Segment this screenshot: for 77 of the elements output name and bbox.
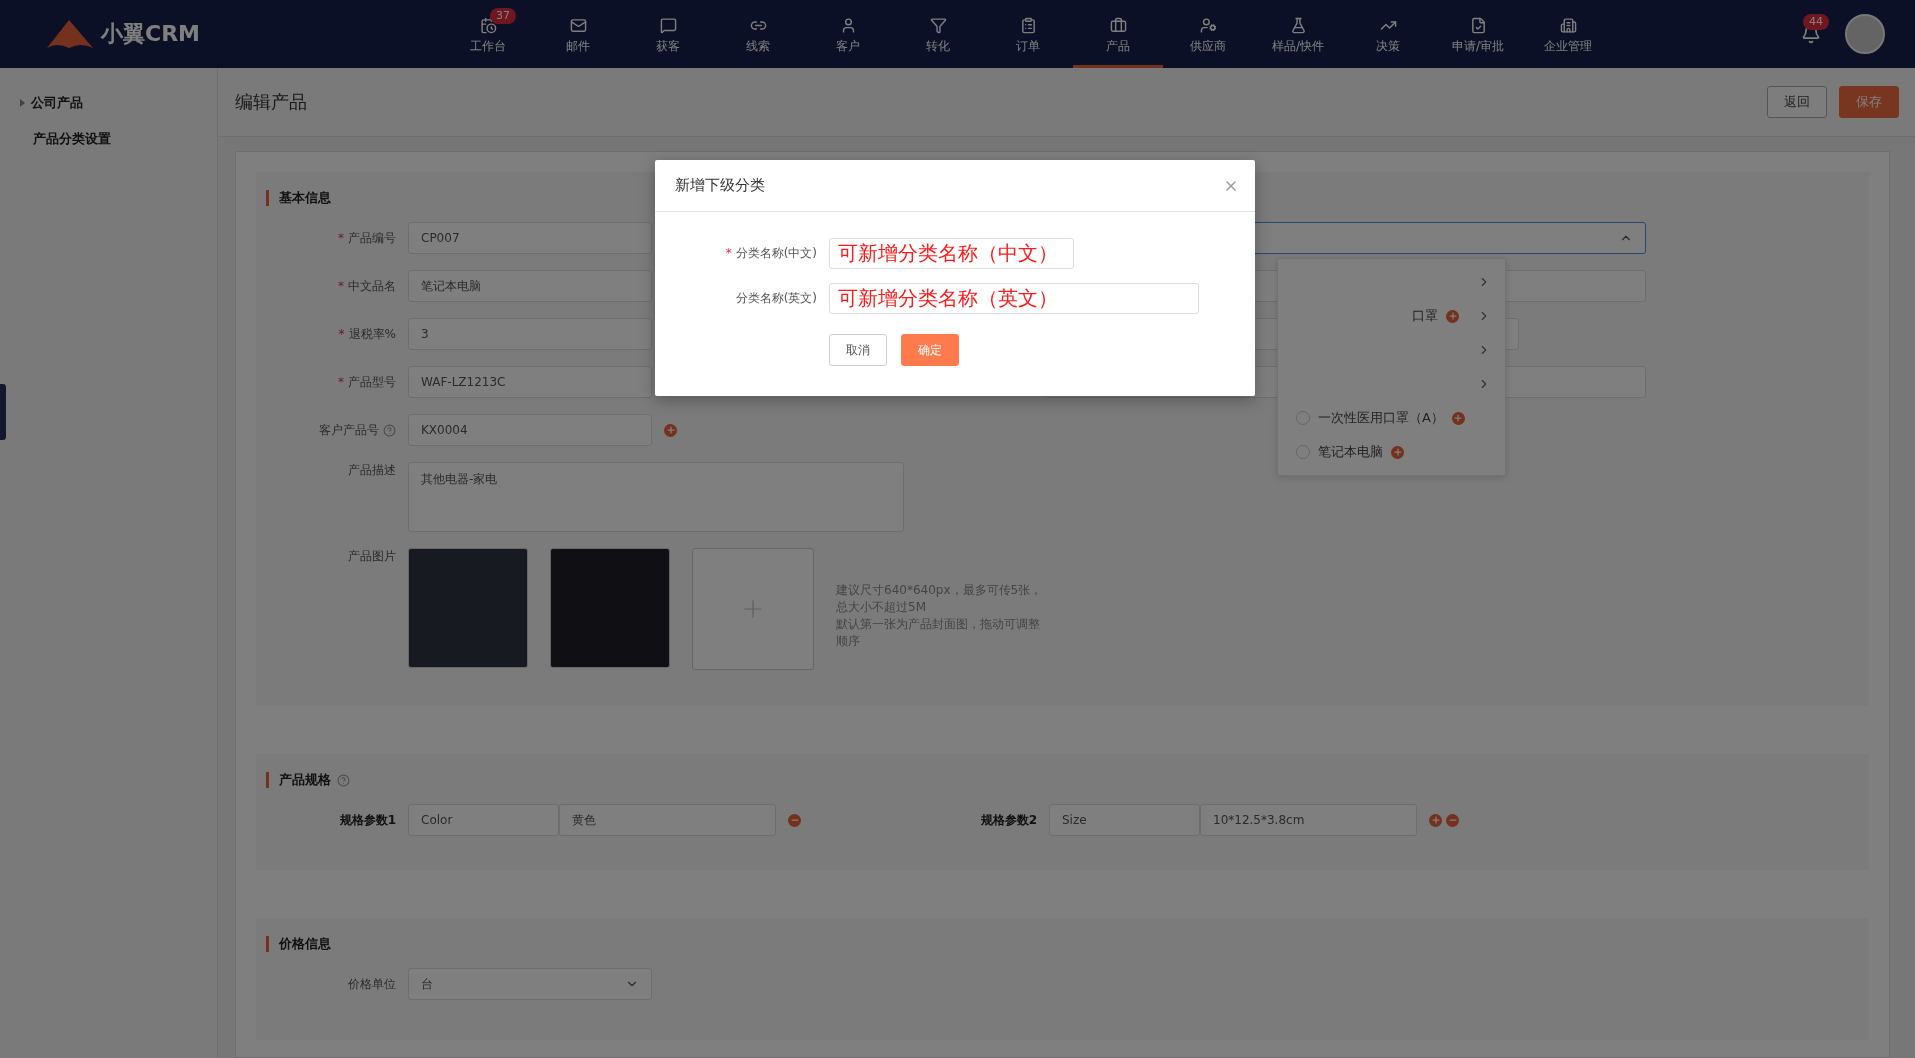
field-label: * 产品型号 bbox=[337, 373, 396, 391]
section-title: 价格信息 bbox=[266, 936, 1869, 952]
nav-tab[interactable]: 供应商 bbox=[1163, 0, 1253, 68]
count-badge: 44 bbox=[1803, 14, 1829, 30]
save-button[interactable]: 保存 bbox=[1839, 86, 1899, 118]
nav-tab[interactable]: 申请/审批 bbox=[1433, 0, 1523, 68]
nav-icon bbox=[569, 16, 587, 34]
nav-icon bbox=[659, 16, 677, 34]
input-field[interactable]: 黄色 bbox=[559, 804, 776, 836]
input-field[interactable]: 笔记本电脑 bbox=[408, 270, 652, 302]
add-icon[interactable] bbox=[1391, 445, 1404, 459]
nav-tab[interactable]: 获客 bbox=[623, 0, 713, 68]
nav-icon bbox=[929, 16, 947, 34]
help-icon[interactable] bbox=[383, 423, 396, 437]
upload-tile[interactable] bbox=[692, 548, 814, 670]
field-label: 规格参数1 bbox=[338, 811, 396, 829]
nav-icon bbox=[479, 16, 497, 34]
input-field[interactable]: Color bbox=[408, 804, 559, 836]
caret-icon bbox=[20, 99, 25, 107]
add-icon[interactable] bbox=[1429, 813, 1442, 827]
field-label: 产品描述 bbox=[347, 462, 396, 479]
nav-tab[interactable]: 线索 bbox=[713, 0, 803, 68]
back-button[interactable]: 返回 bbox=[1767, 86, 1827, 118]
count-badge: 37 bbox=[490, 8, 516, 24]
nav-tab[interactable]: 客户 bbox=[803, 0, 893, 68]
help-icon[interactable] bbox=[337, 773, 350, 787]
add-icon[interactable] bbox=[664, 423, 677, 437]
nav-tab[interactable]: 转化 bbox=[893, 0, 983, 68]
input-field[interactable]: KX0004 bbox=[408, 414, 652, 446]
brand-name: 小翼CRM bbox=[101, 20, 200, 48]
add-icon[interactable] bbox=[1446, 309, 1459, 323]
input-field[interactable]: 可新增分类名称（中文） bbox=[829, 238, 1074, 269]
input-field[interactable]: CP007 bbox=[408, 222, 652, 254]
sidebar-item[interactable]: 公司产品 bbox=[0, 94, 217, 112]
input-field[interactable]: 3 bbox=[408, 318, 652, 350]
nav-tab[interactable]: 决策 bbox=[1343, 0, 1433, 68]
nav-tab[interactable]: 企业管理 bbox=[1523, 0, 1613, 68]
confirm-button[interactable]: 确定 bbox=[901, 334, 959, 366]
unit-select[interactable]: 台 bbox=[408, 968, 652, 1000]
section-title: 产品规格 bbox=[266, 772, 1869, 788]
input-field[interactable]: WAF-LZ1213C bbox=[408, 366, 652, 398]
remove-icon[interactable] bbox=[788, 813, 801, 827]
avatar[interactable] bbox=[1845, 14, 1885, 54]
nav-tab[interactable]: 样品/快件 bbox=[1253, 0, 1343, 68]
field-label: * 退税率% bbox=[337, 325, 396, 343]
side-handle[interactable] bbox=[0, 384, 6, 440]
nav-icon bbox=[1109, 16, 1127, 34]
field-label: 价格单位 bbox=[347, 975, 396, 993]
nav-icon bbox=[1469, 16, 1487, 34]
dropdown-option[interactable]: 口罩 bbox=[1278, 299, 1505, 333]
cancel-button[interactable]: 取消 bbox=[829, 334, 887, 366]
field-label: 分类名称(英文) bbox=[734, 290, 817, 307]
nav-tab[interactable]: 工作台 37 bbox=[443, 0, 533, 68]
nav-tab[interactable]: 邮件 bbox=[533, 0, 623, 68]
nav-icon bbox=[1289, 16, 1307, 34]
field-label: * 分类名称(中文) bbox=[724, 245, 817, 262]
add-icon[interactable] bbox=[1451, 411, 1465, 425]
input-field[interactable]: Size bbox=[1049, 804, 1200, 836]
input-field[interactable]: 可新增分类名称（英文） bbox=[829, 283, 1199, 314]
field-label: * 产品编号 bbox=[337, 229, 396, 247]
input-field[interactable]: 10*12.5*3.8cm bbox=[1200, 804, 1417, 836]
dropdown-option[interactable]: 笔记本电脑 bbox=[1278, 435, 1505, 469]
field-label: * 中文品名 bbox=[337, 277, 396, 295]
nav-icon bbox=[1019, 16, 1037, 34]
nav-icon bbox=[1559, 16, 1577, 34]
field-label: 产品图片 bbox=[347, 548, 396, 565]
field-label: 规格参数2 bbox=[979, 811, 1037, 829]
photo-placeholder[interactable] bbox=[550, 548, 670, 668]
sidebar-item[interactable]: 产品分类设置 bbox=[0, 130, 217, 148]
field-label: 客户产品号 bbox=[256, 421, 396, 439]
page-title: 编辑产品 bbox=[235, 90, 307, 114]
nav-icon bbox=[1199, 16, 1217, 34]
photo-placeholder[interactable] bbox=[408, 548, 528, 668]
description-field[interactable]: 其他电器-家电 bbox=[408, 462, 904, 532]
remove-icon[interactable] bbox=[1446, 813, 1459, 827]
nav-tab[interactable]: 订单 bbox=[983, 0, 1073, 68]
logo-icon bbox=[45, 18, 95, 50]
